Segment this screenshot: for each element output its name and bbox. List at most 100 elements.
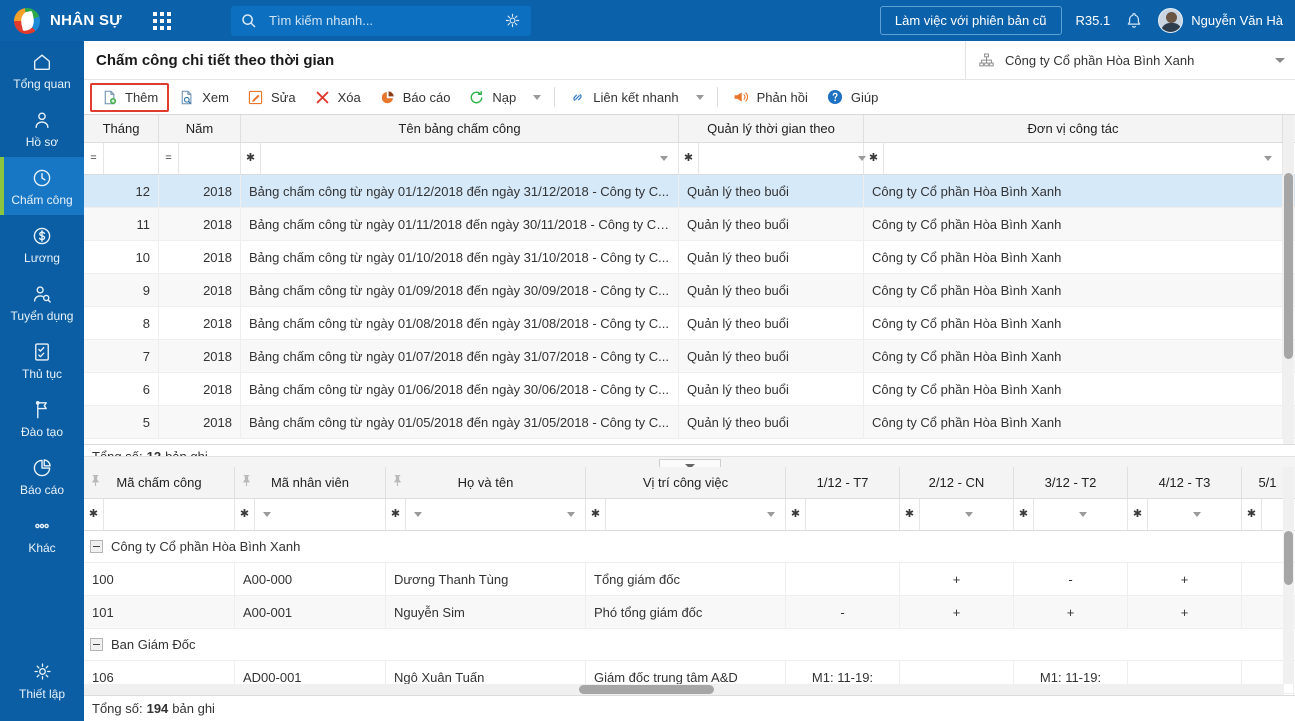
filter-operator[interactable]: ✱ bbox=[84, 499, 104, 530]
sidebar-item-2[interactable]: Hồ sơ bbox=[0, 99, 84, 157]
chevron-down-icon[interactable] bbox=[767, 512, 775, 517]
toolbar-button-3[interactable]: Sửa bbox=[238, 83, 305, 112]
sidebar-item-settings[interactable]: Thiết lập bbox=[0, 651, 84, 709]
legacy-version-button[interactable]: Làm việc với phiên bản cũ bbox=[879, 6, 1062, 35]
filter-input[interactable] bbox=[406, 499, 567, 530]
cell-text: 101 bbox=[92, 604, 114, 620]
user-menu[interactable]: Nguyễn Văn Hà bbox=[1158, 8, 1283, 33]
horizontal-scrollbar[interactable] bbox=[84, 684, 1284, 695]
filter-operator[interactable]: ✱ bbox=[241, 143, 261, 174]
table-row[interactable]: 100 A00-000 Dương Thanh Tùng Tổng giám đốc +… bbox=[84, 563, 1295, 596]
sidebar-item-1[interactable]: Tổng quan bbox=[0, 41, 84, 99]
chevron-down-icon[interactable] bbox=[1264, 156, 1272, 161]
column-header-5[interactable]: Đơn vị công tác bbox=[864, 115, 1283, 142]
column-header-2[interactable]: Năm bbox=[159, 115, 241, 142]
table-row[interactable]: 10 2018 Bảng chấm công từ ngày 01/10/2018 … bbox=[84, 241, 1295, 274]
table-cell: Bảng chấm công từ ngày 01/05/2018 đến ng… bbox=[241, 406, 679, 438]
filter-operator[interactable]: = bbox=[84, 143, 104, 174]
scrollbar-thumb[interactable] bbox=[1284, 531, 1293, 585]
column-header-3[interactable]: Họ và tên bbox=[386, 467, 586, 498]
group-row[interactable]: Ban Giám Đốc bbox=[84, 629, 1295, 661]
column-header-7[interactable]: 3/12 - T2 bbox=[1014, 467, 1128, 498]
column-header-1[interactable]: Tháng bbox=[84, 115, 159, 142]
table-cell: 5 bbox=[84, 406, 159, 438]
pin-icon[interactable] bbox=[241, 474, 252, 490]
toolbar-button-2[interactable]: Xem bbox=[169, 83, 238, 112]
toolbar-button-6[interactable]: Nạp bbox=[459, 83, 525, 112]
gear-icon[interactable] bbox=[504, 12, 521, 29]
chevron-down-icon[interactable] bbox=[1275, 57, 1285, 63]
column-header-2[interactable]: Mã nhân viên bbox=[235, 467, 386, 498]
scrollbar-thumb[interactable] bbox=[1284, 173, 1293, 359]
filter-operator[interactable]: ✱ bbox=[900, 499, 920, 530]
toolbar-button-4[interactable]: Xóa bbox=[305, 83, 370, 112]
chevron-down-icon[interactable] bbox=[533, 94, 542, 100]
cell-text: 12 bbox=[135, 183, 150, 199]
sidebar-item-3[interactable]: Chấm công bbox=[0, 157, 84, 215]
column-header-1[interactable]: Mã chấm công bbox=[84, 467, 235, 498]
table-cell: 10 bbox=[84, 241, 159, 273]
filter-operator[interactable]: ✱ bbox=[1014, 499, 1034, 530]
organization-picker[interactable]: Công ty Cổ phần Hòa Bình Xanh bbox=[965, 41, 1295, 79]
table-row[interactable]: 6 2018 Bảng chấm công từ ngày 01/06/2018 đ… bbox=[84, 373, 1295, 406]
filter-operator[interactable]: ✱ bbox=[679, 143, 699, 174]
toolbar-button-1[interactable]: Thêm bbox=[90, 82, 170, 112]
collapse-group-icon[interactable] bbox=[90, 638, 103, 651]
brand-title: NHÂN SỰ bbox=[50, 12, 123, 29]
collapse-group-icon[interactable] bbox=[90, 540, 103, 553]
column-header-3[interactable]: Tên bảng chấm công bbox=[241, 115, 679, 142]
toolbar-button-5[interactable]: Báo cáo bbox=[370, 83, 460, 112]
sidebar-item-4[interactable]: Lương bbox=[0, 215, 84, 273]
column-header-4[interactable]: Vị trí công việc bbox=[586, 467, 786, 498]
sidebar-item-9[interactable]: Khác bbox=[0, 505, 84, 563]
column-filter-5: ✱ bbox=[864, 143, 1283, 174]
toolbar-button-8[interactable]: Phản hồi bbox=[723, 83, 817, 112]
column-header-4[interactable]: Quản lý thời gian theo bbox=[679, 115, 864, 142]
cell-text: Quản lý theo buổi bbox=[687, 381, 789, 397]
table-row[interactable]: 8 2018 Bảng chấm công từ ngày 01/08/2018 đ… bbox=[84, 307, 1295, 340]
chevron-down-icon[interactable] bbox=[695, 94, 704, 100]
search-input[interactable] bbox=[267, 12, 504, 29]
filter-operator[interactable]: ✱ bbox=[864, 143, 884, 174]
group-row[interactable]: Công ty Cổ phần Hòa Bình Xanh bbox=[84, 531, 1295, 563]
chevron-down-icon[interactable] bbox=[567, 512, 575, 517]
vertical-scrollbar[interactable] bbox=[1283, 115, 1294, 444]
bell-icon[interactable] bbox=[1124, 11, 1144, 31]
filter-operator[interactable]: ✱ bbox=[1242, 499, 1262, 530]
table-row[interactable]: 11 2018 Bảng chấm công từ ngày 01/11/2018 … bbox=[84, 208, 1295, 241]
column-header-5[interactable]: 1/12 - T7 bbox=[786, 467, 900, 498]
sidebar-item-8[interactable]: Báo cáo bbox=[0, 447, 84, 505]
cell-text: Nguyễn Sim bbox=[394, 604, 465, 620]
table-row[interactable]: 12 2018 Bảng chấm công từ ngày 01/12/2018 … bbox=[84, 175, 1295, 208]
sidebar-item-7[interactable]: Đào tạo bbox=[0, 389, 84, 447]
table-row[interactable]: 101 A00-001 Nguyễn Sim Phó tổng giám đốc - + +… bbox=[84, 596, 1295, 629]
toolbar-button-7[interactable]: Liên kết nhanh bbox=[560, 83, 687, 112]
vertical-scrollbar[interactable] bbox=[1283, 467, 1294, 684]
filter-input[interactable] bbox=[606, 499, 767, 530]
chevron-down-icon[interactable] bbox=[660, 156, 668, 161]
column-header-8[interactable]: 4/12 - T3 bbox=[1128, 467, 1242, 498]
pin-icon[interactable] bbox=[90, 474, 101, 490]
filter-operator[interactable]: ✱ bbox=[235, 499, 255, 530]
pin-icon[interactable] bbox=[392, 474, 403, 490]
filter-input[interactable] bbox=[261, 143, 660, 174]
filter-operator[interactable]: = bbox=[159, 143, 179, 174]
column-header-6[interactable]: 2/12 - CN bbox=[900, 467, 1014, 498]
apps-grid-icon[interactable] bbox=[145, 0, 179, 41]
table-cell: Công ty Cổ phần Hòa Bình Xanh bbox=[864, 406, 1283, 438]
quick-search-box[interactable] bbox=[231, 5, 531, 36]
table-row[interactable]: 5 2018 Bảng chấm công từ ngày 01/05/2018 đ… bbox=[84, 406, 1295, 439]
brand-logo[interactable]: NHÂN SỰ bbox=[0, 7, 145, 34]
table-row[interactable]: 9 2018 Bảng chấm công từ ngày 01/09/2018 đ… bbox=[84, 274, 1295, 307]
sidebar-item-5[interactable]: Tuyển dụng bbox=[0, 273, 84, 331]
sidebar-item-6[interactable]: Thủ tục bbox=[0, 331, 84, 389]
filter-operator[interactable]: ✱ bbox=[786, 499, 806, 530]
scrollbar-thumb[interactable] bbox=[579, 685, 714, 694]
filter-operator[interactable]: ✱ bbox=[1128, 499, 1148, 530]
filter-input[interactable] bbox=[884, 143, 1264, 174]
filter-operator[interactable]: ✱ bbox=[386, 499, 406, 530]
filter-operator[interactable]: ✱ bbox=[586, 499, 606, 530]
table-row[interactable]: 7 2018 Bảng chấm công từ ngày 01/07/2018 đ… bbox=[84, 340, 1295, 373]
toolbar-button-9[interactable]: Giúp bbox=[817, 83, 887, 112]
filter-input[interactable] bbox=[699, 143, 858, 174]
